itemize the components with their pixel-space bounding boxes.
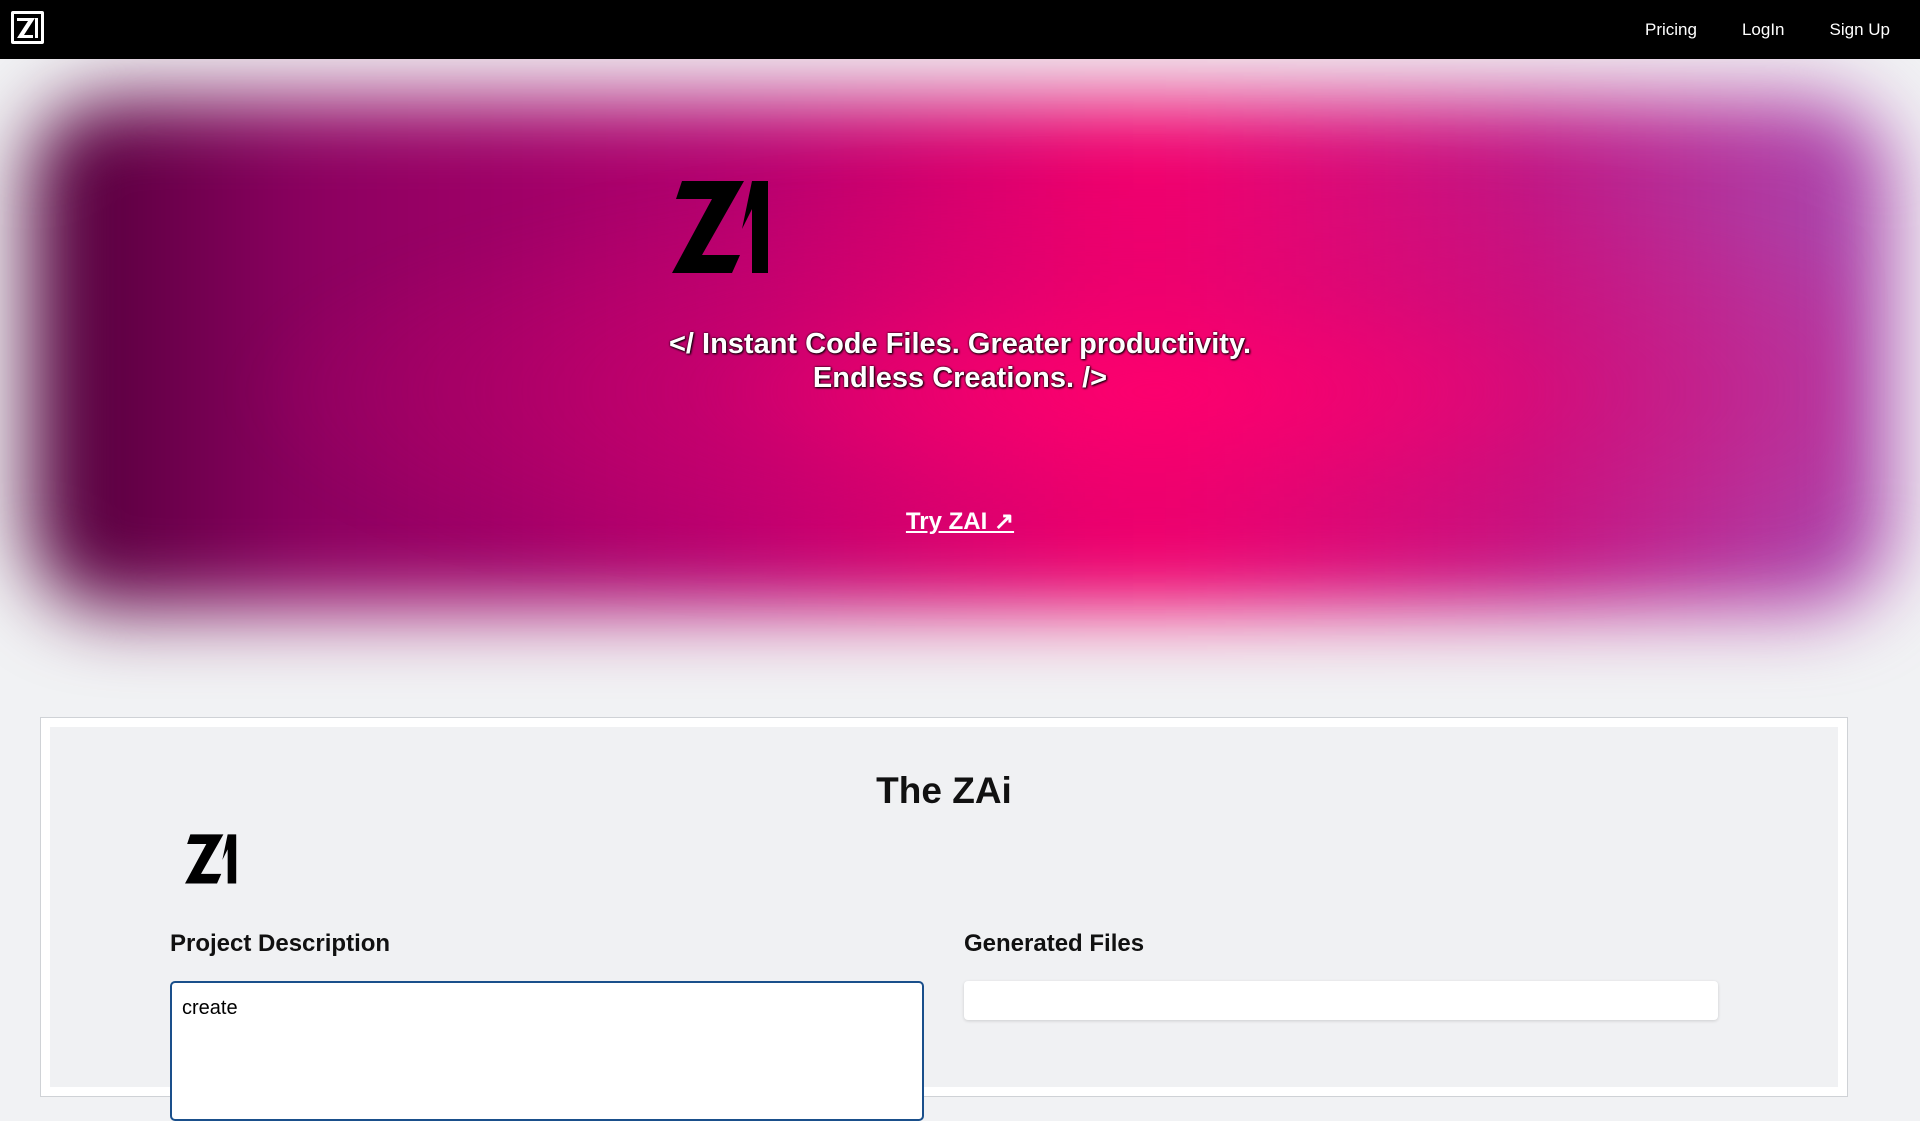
nav-pricing-link[interactable]: Pricing (1645, 20, 1697, 40)
hero-section: </ Instant Code Files. Greater productiv… (0, 59, 1920, 699)
hero-tagline-line-2: Endless Creations. /> (812, 362, 1108, 394)
zi-logo-icon[interactable] (11, 11, 44, 44)
hero-tagline-line-1: </ Instant Code Files. Greater productiv… (668, 328, 1251, 360)
try-zai-link[interactable]: Try ZAI ↗ (906, 508, 1014, 535)
project-description-label: Project Description (170, 930, 391, 957)
nav-signup-link[interactable]: Sign Up (1830, 20, 1890, 40)
hero-tagline: </ Instant Code Files. Greater productiv… (560, 327, 1360, 395)
hero-zi-logo-icon (672, 169, 777, 274)
nav-login-link[interactable]: LogIn (1742, 20, 1785, 40)
app-title: The ZAi (876, 770, 1012, 811)
cta-container: Try ZAI ↗ (0, 507, 1920, 536)
generated-files-label: Generated Files (964, 930, 1145, 957)
nav-links: Pricing LogIn Sign Up (1645, 0, 1890, 59)
top-navbar: Pricing LogIn Sign Up (0, 0, 1920, 59)
generated-files-list[interactable] (964, 981, 1718, 1020)
app-zi-logo-icon (185, 828, 241, 884)
project-description-input[interactable]: create (170, 981, 924, 1121)
